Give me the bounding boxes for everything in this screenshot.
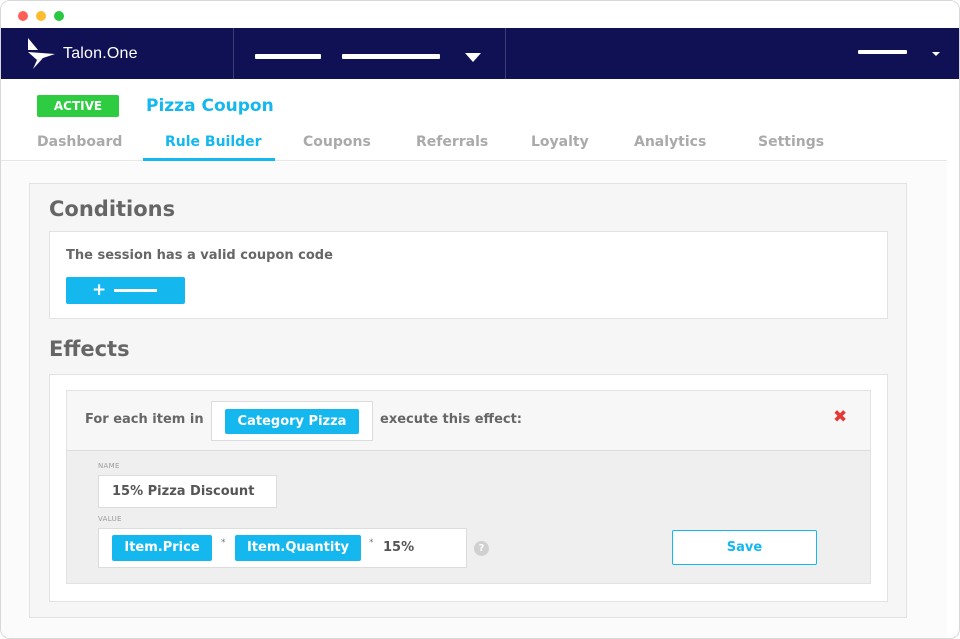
tab-referrals[interactable]: Referrals (416, 134, 488, 150)
tab-analytics[interactable]: Analytics (634, 134, 706, 150)
tab-rule-builder[interactable]: Rule Builder (165, 134, 262, 150)
effect-value-input[interactable]: Item.Price * Item.Quantity * 15% (98, 528, 467, 568)
tab-dashboard[interactable]: Dashboard (37, 134, 122, 150)
save-button[interactable]: Save (672, 530, 817, 565)
help-icon[interactable]: ? (474, 541, 489, 556)
window-titlebar (1, 1, 959, 28)
active-tab-indicator (143, 158, 275, 161)
status-badge: ACTIVE (37, 95, 119, 117)
nav-divider (505, 28, 506, 79)
nav-menu-item-placeholder[interactable] (342, 54, 440, 59)
value-field-label: VALUE (98, 515, 122, 523)
tab-settings[interactable]: Settings (758, 134, 824, 150)
minimize-window-button[interactable] (36, 11, 46, 21)
collection-chip[interactable]: Category Pizza (225, 409, 359, 434)
add-condition-button[interactable]: + (66, 277, 185, 304)
effect-prefix-text: For each item in (85, 412, 204, 427)
name-field-label: NAME (98, 462, 120, 470)
value-literal[interactable]: 15% (383, 540, 414, 555)
effect-editor: For each item in Category Pizza execute … (66, 390, 871, 584)
nav-dropdown-icon[interactable] (465, 53, 481, 62)
effect-suffix-text: execute this effect: (380, 412, 523, 427)
brand-name[interactable]: Talon.One (63, 45, 138, 63)
user-menu-chevron-icon[interactable] (932, 52, 940, 56)
effect-header: For each item in Category Pizza execute … (67, 391, 870, 451)
condition-card: The session has a valid coupon code + (49, 231, 888, 319)
nav-menu-item-placeholder[interactable] (255, 54, 321, 59)
user-menu-placeholder[interactable] (858, 50, 907, 54)
plus-icon: + (92, 280, 107, 300)
condition-text: The session has a valid coupon code (66, 248, 333, 263)
delete-effect-icon[interactable]: ✖ (833, 407, 847, 427)
nav-divider (233, 28, 234, 79)
tab-loyalty[interactable]: Loyalty (531, 134, 589, 150)
effects-heading: Effects (49, 337, 130, 361)
placeholder-line (114, 289, 157, 292)
maximize-window-button[interactable] (54, 11, 64, 21)
value-term-chip[interactable]: Item.Quantity (235, 535, 361, 561)
top-navbar: Talon.One (1, 28, 959, 79)
app-window: Talon.One ACTIVE Pizza Coupon Dashboard … (0, 0, 960, 639)
close-window-button[interactable] (18, 11, 28, 21)
value-term-chip[interactable]: Item.Price (112, 535, 212, 561)
operator-symbol: * (369, 538, 374, 548)
effect-name-input[interactable]: 15% Pizza Discount (98, 475, 277, 508)
talon-logo-icon[interactable] (25, 36, 57, 70)
campaign-tabs: Dashboard Rule Builder Coupons Referrals… (1, 127, 947, 161)
operator-symbol: * (221, 538, 226, 548)
conditions-heading: Conditions (49, 197, 176, 221)
tab-coupons[interactable]: Coupons (303, 134, 371, 150)
page-title: Pizza Coupon (146, 96, 274, 116)
collection-selector[interactable]: Category Pizza (211, 401, 373, 441)
